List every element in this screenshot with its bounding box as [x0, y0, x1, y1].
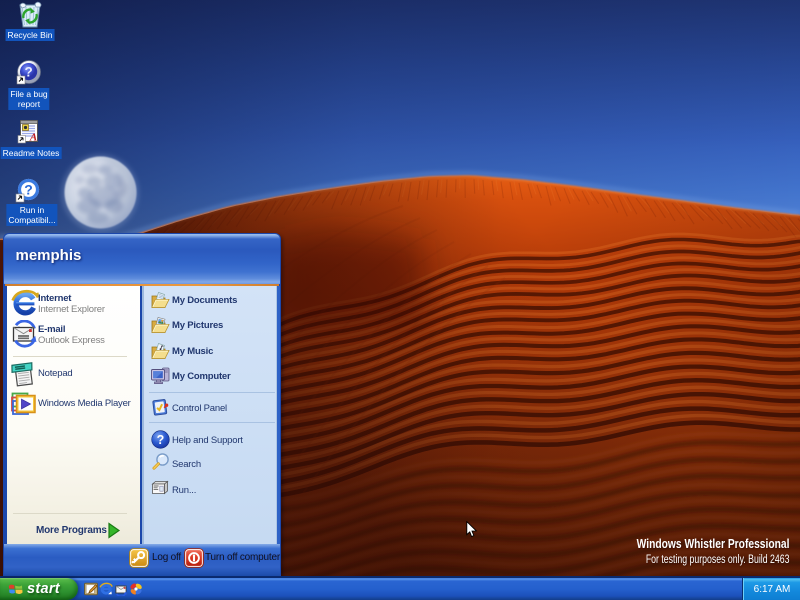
svg-text:?: ?	[24, 64, 32, 79]
svg-text:A: A	[29, 132, 37, 144]
svg-text:?: ?	[24, 182, 33, 198]
svg-text:?: ?	[157, 433, 165, 447]
